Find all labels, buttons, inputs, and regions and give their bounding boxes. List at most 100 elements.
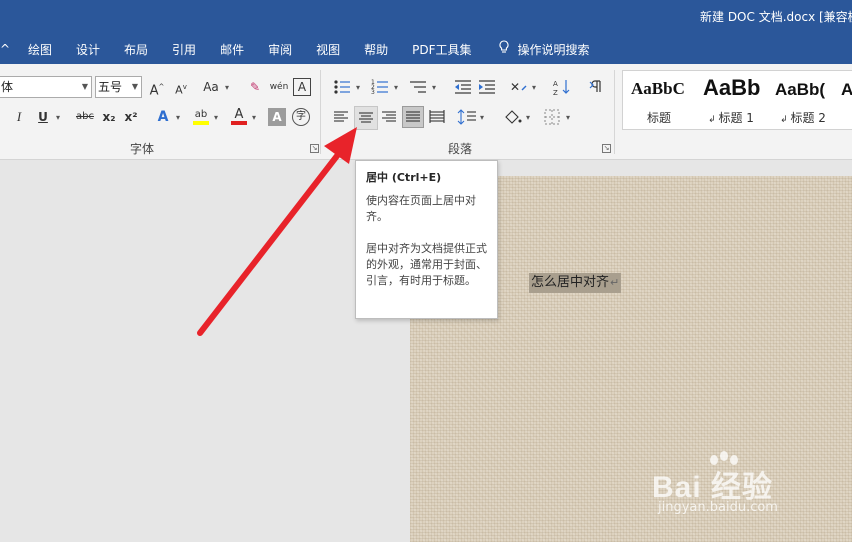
align-center-button[interactable]: [354, 106, 378, 130]
subscript-button[interactable]: x₂: [98, 106, 120, 128]
selected-text-content: 怎么居中对齐: [531, 275, 610, 290]
tab-help[interactable]: 帮助: [352, 41, 400, 58]
change-case-icon: Aa: [203, 80, 219, 94]
styles-gallery: AaBbC 标题 AaBb ↲ 标题 1 AaBb( ↲ 标题 2 A: [622, 70, 852, 130]
justify-icon: [406, 111, 420, 122]
character-shading-button[interactable]: A: [268, 108, 286, 126]
character-border-button[interactable]: A: [293, 78, 311, 96]
numbering-button[interactable]: 1 2 3 ▾: [370, 76, 404, 98]
chevron-down-icon: ▾: [252, 113, 257, 122]
text-effects-icon: A: [157, 109, 169, 125]
highlight-button[interactable]: ab: [190, 104, 212, 126]
align-left-button[interactable]: [330, 106, 352, 128]
watermark-url: jingyan.baidu.com: [658, 500, 778, 515]
tab-collapsed[interactable]: ^: [0, 42, 16, 56]
font-size-select[interactable]: 五号 ▼: [95, 76, 142, 98]
sort-button[interactable]: AZ: [552, 76, 574, 98]
chinese-layout-icon: ✕ ▾: [510, 80, 536, 94]
svg-text:▾: ▾: [394, 83, 398, 92]
bullet-list-icon: ▾: [334, 80, 360, 94]
underline-icon: U: [38, 110, 48, 124]
paragraph-group-label: 段落: [448, 142, 473, 156]
text-effects-button[interactable]: A: [152, 106, 174, 128]
font-color-swatch: [231, 121, 247, 125]
increase-indent-button[interactable]: [476, 76, 498, 98]
paint-bucket-icon: ▾: [505, 110, 530, 124]
style-heading-2[interactable]: AaBb( ↲ 标题 2: [767, 71, 839, 129]
tooltip-title: 居中 (Ctrl+E): [366, 171, 442, 184]
tooltip-description: 使内容在页面上居中对齐。: [366, 194, 476, 223]
chevron-down-icon: ▾: [214, 113, 219, 122]
tell-me-search[interactable]: 操作说明搜索: [484, 40, 602, 58]
paragraph-mark-icon: [589, 80, 601, 92]
multilevel-list-button[interactable]: ▾: [408, 76, 442, 98]
tab-mailings[interactable]: 邮件: [208, 41, 256, 58]
enclose-characters-icon: 字: [296, 111, 306, 122]
font-name-select[interactable]: 体 ▼: [0, 76, 92, 98]
align-center-tooltip: 居中 (Ctrl+E) 使内容在页面上居中对齐。 居中对齐为文档提供正式的外观，…: [355, 160, 498, 319]
align-right-button[interactable]: [378, 106, 400, 128]
align-center-icon: [359, 112, 373, 123]
style-sample: AaBb: [703, 75, 761, 100]
style-next[interactable]: A: [839, 71, 852, 129]
style-heading-1[interactable]: AaBb ↲ 标题 1: [695, 71, 767, 129]
align-left-icon: [334, 111, 348, 122]
svg-text:▾: ▾: [432, 83, 436, 92]
paragraph-mark: ↵: [610, 276, 620, 289]
borders-button[interactable]: ▾: [542, 106, 576, 128]
shrink-font-button[interactable]: Av: [170, 76, 192, 98]
decrease-indent-icon: [455, 80, 471, 94]
tab-design[interactable]: 设计: [64, 41, 112, 58]
borders-icon: ▾: [544, 109, 570, 125]
highlight-color-swatch: [193, 121, 209, 125]
distributed-icon: [429, 110, 445, 123]
style-sample: AaBbC: [631, 79, 685, 98]
superscript-button[interactable]: x²: [120, 106, 142, 128]
underline-button[interactable]: U: [32, 106, 54, 128]
distributed-button[interactable]: [426, 106, 448, 128]
paragraph-dialog-launcher-icon[interactable]: ↘: [602, 144, 611, 153]
eraser-icon: ✎: [249, 80, 261, 94]
font-color-icon: A: [234, 107, 244, 122]
lightbulb-icon: [496, 40, 512, 57]
group-divider: [320, 70, 321, 154]
sort-icon: AZ: [553, 80, 570, 97]
svg-text:▾: ▾: [566, 113, 570, 122]
font-size-value: 五号: [98, 80, 123, 94]
decrease-indent-button[interactable]: [452, 76, 474, 98]
tab-pdf-tools[interactable]: PDF工具集: [400, 41, 483, 58]
grow-font-button[interactable]: A^: [146, 76, 168, 98]
strikethrough-button[interactable]: abc: [72, 106, 98, 128]
svg-text:A: A: [553, 80, 558, 88]
style-title[interactable]: AaBbC 标题: [623, 71, 695, 129]
tab-layout[interactable]: 布局: [112, 41, 160, 58]
justify-button[interactable]: [402, 106, 424, 128]
shading-button[interactable]: ▾: [502, 106, 536, 128]
font-color-button[interactable]: A: [228, 104, 250, 126]
font-dialog-launcher-icon[interactable]: ↘: [310, 144, 319, 153]
chevron-down-icon: ▾: [56, 113, 61, 122]
character-shading-icon: A: [272, 110, 282, 124]
chinese-layout-button[interactable]: ✕ ▾: [508, 76, 542, 98]
show-marks-button[interactable]: [586, 76, 608, 98]
style-name: ↲ 标题 2: [780, 111, 826, 125]
svg-text:▾: ▾: [356, 83, 360, 92]
svg-text:▾: ▾: [480, 113, 484, 122]
phonetic-guide-button[interactable]: wén: [268, 76, 290, 98]
italic-button[interactable]: I: [8, 106, 30, 128]
svg-text:✕: ✕: [510, 80, 520, 94]
selected-text[interactable]: 怎么居中对齐↵: [529, 273, 622, 293]
change-case-button[interactable]: Aa: [198, 76, 224, 98]
tab-draw[interactable]: 绘图: [16, 41, 64, 58]
line-spacing-button[interactable]: ▾: [456, 106, 490, 128]
bullets-button[interactable]: ▾: [332, 76, 366, 98]
tab-view[interactable]: 视图: [304, 41, 352, 58]
style-name: ↲ 标题 1: [708, 111, 754, 125]
numbered-list-icon: 123▾: [371, 79, 398, 96]
tab-references[interactable]: 引用: [160, 41, 208, 58]
baidu-jingyan-watermark: Bai 经验 jingyan.baidu.com: [652, 451, 812, 522]
clear-formatting-button[interactable]: ✎: [244, 76, 266, 98]
tab-review[interactable]: 审阅: [256, 41, 304, 58]
window-title: 新建 DOC 文档.docx [兼容模: [700, 10, 852, 24]
enclose-characters-button[interactable]: 字: [292, 108, 310, 126]
